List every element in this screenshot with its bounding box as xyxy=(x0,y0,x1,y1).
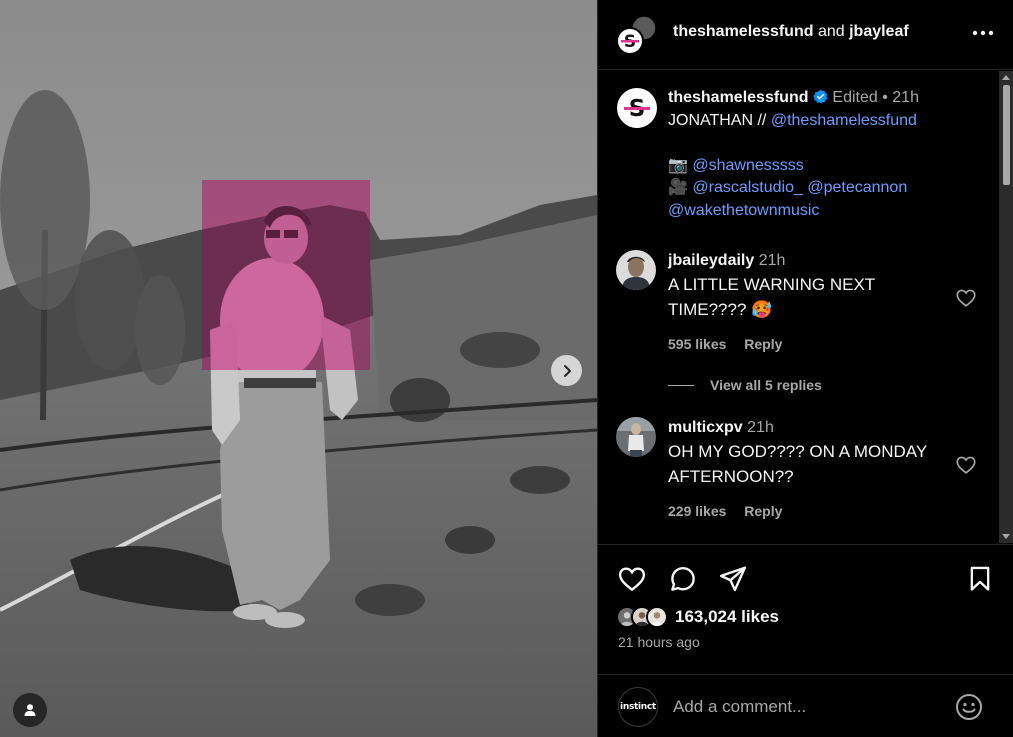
caption-edited: Edited xyxy=(832,89,878,106)
post-timestamp[interactable]: 21 hours ago xyxy=(618,634,700,650)
comment-icon xyxy=(671,566,695,591)
caption-separator: • xyxy=(882,89,888,106)
header-collaborator-link[interactable]: jbayleaf xyxy=(849,23,909,40)
current-user-avatar[interactable]: instinct xyxy=(618,687,658,727)
scrollbar-thumb[interactable] xyxy=(1003,85,1010,185)
comment-button[interactable] xyxy=(667,563,699,595)
add-comment-bar: instinct xyxy=(598,674,1013,737)
comment-likes[interactable]: 595 likes xyxy=(668,336,726,352)
caption-time: 21h xyxy=(892,89,919,106)
comment-likes[interactable]: 229 likes xyxy=(668,503,726,519)
heart-icon[interactable] xyxy=(955,454,977,476)
caption-mention-shawnesssss[interactable]: @shawnesssss xyxy=(692,157,803,174)
comment-text: A LITTLE WARNING NEXT TIME???? 🥵 xyxy=(668,275,875,319)
view-replies-button[interactable]: View all 5 replies xyxy=(668,377,822,393)
video-credit-emoji: 🎥 xyxy=(668,179,688,196)
photo-credit-emoji: 📷 xyxy=(668,156,688,174)
comment-reply-button[interactable]: Reply xyxy=(744,336,782,352)
share-button[interactable] xyxy=(717,563,749,595)
emoji-icon[interactable] xyxy=(954,692,984,722)
post-photo xyxy=(0,0,597,737)
comment-avatar[interactable] xyxy=(616,250,656,290)
comment-text: OH MY GOD???? ON A MONDAY AFTERNOON?? xyxy=(668,442,927,486)
comment-body: multicxpv 21h OH MY GOD???? ON A MONDAY … xyxy=(668,417,948,524)
next-photo-button[interactable] xyxy=(551,355,582,386)
more-options-button[interactable] xyxy=(970,22,996,44)
verified-badge-icon xyxy=(813,89,828,104)
caption-mention-petecannon[interactable]: @petecannon xyxy=(807,179,907,196)
comment-time: 21h xyxy=(758,252,786,269)
comment-body: jbaileydaily 21h A LITTLE WARNING NEXT T… xyxy=(668,250,948,357)
comment-input[interactable] xyxy=(673,694,943,720)
header-account-link[interactable]: theshamelessfund xyxy=(673,23,813,40)
comment-username[interactable]: multicxpv xyxy=(668,419,743,436)
caption-text: theshamelessfund Edited • 21h JONATHAN /… xyxy=(668,87,996,222)
post-header: S theshamelessfund and jbayleaf xyxy=(598,0,1013,70)
bookmark-icon xyxy=(970,566,990,591)
share-icon xyxy=(719,566,747,592)
header-joiner: and xyxy=(817,23,845,40)
comment-time: 21h xyxy=(747,419,774,436)
collab-avatars[interactable]: S xyxy=(616,14,658,56)
caption-username[interactable]: theshamelessfund xyxy=(668,89,808,106)
post-side-panel: S theshamelessfund and jbayleaf S xyxy=(597,0,1013,737)
more-icon xyxy=(972,30,994,36)
comment-username[interactable]: jbaileydaily xyxy=(668,252,754,269)
current-user-avatar-text: instinct xyxy=(620,702,656,712)
person-tag-icon xyxy=(24,704,36,716)
heart-icon xyxy=(618,567,646,592)
likes-count[interactable]: 163,024 likes xyxy=(675,607,779,627)
tagged-people-button[interactable] xyxy=(13,693,47,727)
post-header-title: theshamelessfund and jbayleaf xyxy=(673,23,909,41)
like-button[interactable] xyxy=(616,563,648,595)
caption-mention-shamelessfund[interactable]: @theshamelessfund xyxy=(771,112,917,129)
scroll-down-arrow[interactable] xyxy=(1002,534,1010,539)
post-media xyxy=(0,0,597,737)
replies-divider xyxy=(668,384,694,386)
heart-icon[interactable] xyxy=(955,287,977,309)
save-button[interactable] xyxy=(964,563,996,595)
liker-avatar xyxy=(646,606,668,628)
caption-line1-text: JONATHAN // xyxy=(668,111,767,129)
comment-avatar[interactable] xyxy=(616,417,656,457)
comments-list[interactable]: S theshamelessfund Edited • 21h JONATHAN… xyxy=(598,71,998,543)
caption-avatar[interactable]: S xyxy=(616,87,658,129)
comments-scrollbar[interactable] xyxy=(999,71,1013,543)
comment-reply-button[interactable]: Reply xyxy=(744,503,782,519)
likes-summary[interactable]: 163,024 likes xyxy=(616,603,779,631)
scroll-up-arrow[interactable] xyxy=(1002,75,1010,80)
post-actions: 163,024 likes 21 hours ago xyxy=(598,544,1013,674)
chevron-right-icon xyxy=(563,364,571,377)
caption-mention-wakethetownmusic[interactable]: @wakethetownmusic xyxy=(668,202,819,219)
caption-mention-rascalstudio[interactable]: @rascalstudio_ xyxy=(692,179,803,196)
view-replies-label: View all 5 replies xyxy=(710,377,822,393)
